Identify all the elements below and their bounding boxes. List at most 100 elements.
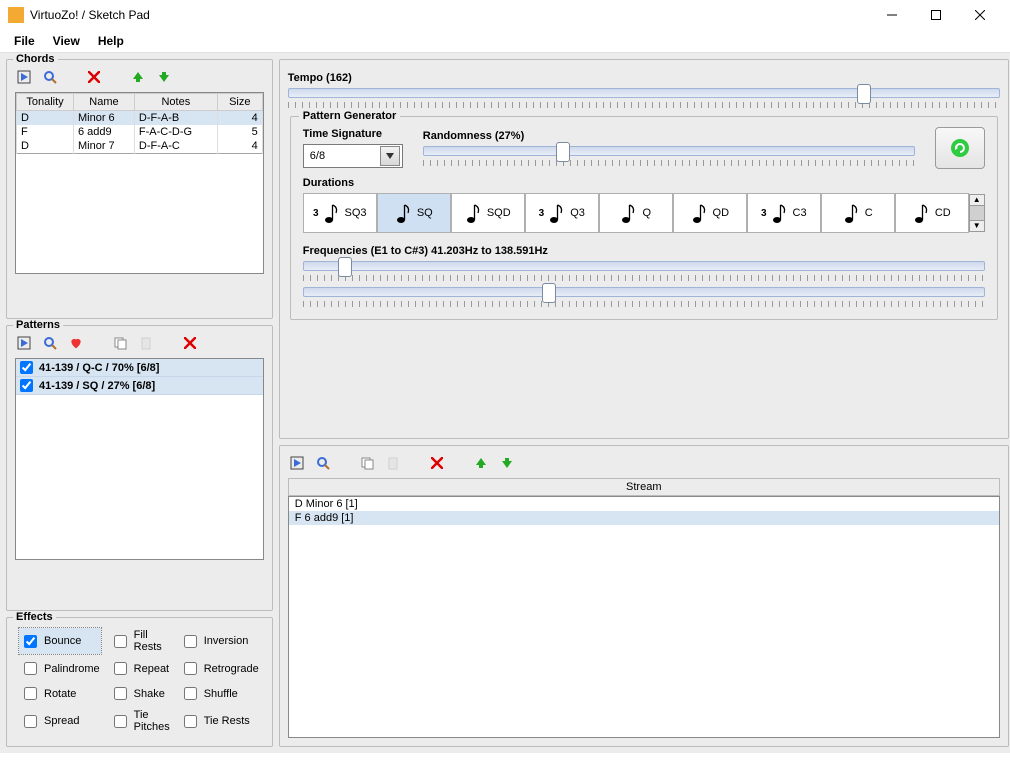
stream-header: Stream [288, 478, 1000, 496]
patterns-list[interactable]: 41-139 / Q-C / 70% [6/8] 41-139 / SQ / 2… [15, 358, 264, 560]
effects-panel: Effects BounceFill RestsInversionPalindr… [6, 617, 273, 747]
move-down-icon[interactable] [155, 68, 173, 86]
effect-palindrome[interactable]: Palindrome [19, 658, 101, 679]
th-name[interactable]: Name [74, 94, 135, 111]
duration-sq[interactable]: SQ [377, 193, 451, 233]
copy-icon[interactable] [358, 454, 376, 472]
th-tonality[interactable]: Tonality [17, 94, 74, 111]
effect-checkbox[interactable] [114, 715, 127, 728]
duration-q3[interactable]: 3Q3 [525, 193, 599, 233]
freq-low-slider[interactable] [303, 261, 985, 271]
time-signature-select[interactable]: 6/8 [303, 144, 403, 168]
menu-file[interactable]: File [6, 32, 43, 50]
maximize-button[interactable] [914, 0, 958, 30]
effect-checkbox[interactable] [24, 662, 37, 675]
effect-checkbox[interactable] [184, 635, 197, 648]
stream-list[interactable]: D Minor 6 [1] F 6 add9 [1] [288, 496, 1000, 738]
patterns-panel: Patterns 41-139 / Q-C / 70% [6/8] 41-1 [6, 325, 273, 611]
effect-rotate[interactable]: Rotate [19, 683, 101, 704]
effect-fill-rests[interactable]: Fill Rests [109, 628, 171, 654]
paste-icon[interactable] [384, 454, 402, 472]
duration-cd[interactable]: CD [895, 193, 969, 233]
effect-shake[interactable]: Shake [109, 683, 171, 704]
pattern-checkbox[interactable] [20, 361, 33, 374]
th-notes[interactable]: Notes [134, 94, 217, 111]
search-icon[interactable] [41, 334, 59, 352]
window-title: VirtuoZo! / Sketch Pad [30, 8, 150, 22]
list-item[interactable]: D Minor 6 [1] [289, 497, 999, 511]
table-row[interactable]: D Minor 7 D-F-A-C 4 [17, 139, 263, 154]
effect-checkbox[interactable] [24, 715, 37, 728]
play-icon[interactable] [15, 334, 33, 352]
chords-table[interactable]: Tonality Name Notes Size D Minor 6 D-F-A… [15, 92, 264, 274]
scroll-down-icon[interactable]: ▼ [969, 220, 985, 232]
pattern-generator-label: Pattern Generator [299, 110, 401, 122]
app-icon [8, 7, 24, 23]
effect-retrograde[interactable]: Retrograde [179, 658, 260, 679]
effect-shuffle[interactable]: Shuffle [179, 683, 260, 704]
table-row[interactable]: D Minor 6 D-F-A-B 4 [17, 111, 263, 126]
th-size[interactable]: Size [217, 94, 262, 111]
delete-icon[interactable] [181, 334, 199, 352]
chords-label: Chords [13, 53, 58, 65]
copy-icon[interactable] [111, 334, 129, 352]
chords-panel: Chords Tonality Name Notes Size [6, 59, 273, 319]
pattern-checkbox[interactable] [20, 379, 33, 392]
list-item[interactable]: 41-139 / Q-C / 70% [6/8] [16, 359, 263, 377]
randomness-slider[interactable] [423, 146, 915, 156]
effect-repeat[interactable]: Repeat [109, 658, 171, 679]
effect-checkbox[interactable] [114, 635, 127, 648]
delete-icon[interactable] [85, 68, 103, 86]
delete-icon[interactable] [428, 454, 446, 472]
menu-bar: File View Help [0, 30, 1010, 53]
title-bar: VirtuoZo! / Sketch Pad [0, 0, 1010, 30]
table-row[interactable]: F 6 add9 F-A-C-D-G 5 [17, 125, 263, 139]
durations-label: Durations [303, 177, 985, 189]
effect-checkbox[interactable] [24, 687, 37, 700]
move-up-icon[interactable] [472, 454, 490, 472]
effect-tie-pitches[interactable]: Tie Pitches [109, 708, 171, 734]
search-icon[interactable] [314, 454, 332, 472]
patterns-label: Patterns [13, 319, 63, 331]
menu-help[interactable]: Help [90, 32, 132, 50]
durations-scroll[interactable]: ▲ ▼ [969, 194, 985, 232]
move-up-icon[interactable] [129, 68, 147, 86]
heart-icon[interactable] [67, 334, 85, 352]
effect-checkbox[interactable] [184, 715, 197, 728]
search-icon[interactable] [41, 68, 59, 86]
duration-qd[interactable]: QD [673, 193, 747, 233]
duration-c3[interactable]: 3C3 [747, 193, 821, 233]
play-icon[interactable] [288, 454, 306, 472]
play-icon[interactable] [15, 68, 33, 86]
effect-spread[interactable]: Spread [19, 708, 101, 734]
generate-button[interactable] [935, 127, 985, 169]
pattern-generator-group: Pattern Generator Time Signature 6/8 Ran… [290, 116, 998, 320]
scroll-up-icon[interactable]: ▲ [969, 194, 985, 206]
list-item[interactable]: 41-139 / SQ / 27% [6/8] [16, 377, 263, 395]
move-down-icon[interactable] [498, 454, 516, 472]
tempo-slider[interactable] [288, 88, 1000, 98]
effect-checkbox[interactable] [114, 662, 127, 675]
effect-tie-rests[interactable]: Tie Rests [179, 708, 260, 734]
effect-checkbox[interactable] [184, 662, 197, 675]
duration-c[interactable]: C [821, 193, 895, 233]
duration-sqd[interactable]: SQD [451, 193, 525, 233]
duration-q[interactable]: Q [599, 193, 673, 233]
list-item[interactable]: F 6 add9 [1] [289, 511, 999, 525]
effect-inversion[interactable]: Inversion [179, 628, 260, 654]
tempo-label: Tempo (162) [288, 72, 1000, 84]
effects-label: Effects [13, 611, 56, 623]
duration-sq3[interactable]: 3SQ3 [303, 193, 377, 233]
chevron-down-icon[interactable] [380, 146, 400, 166]
effect-checkbox[interactable] [114, 687, 127, 700]
stream-panel: Stream D Minor 6 [1] F 6 add9 [1] [279, 445, 1009, 747]
effect-checkbox[interactable] [24, 635, 37, 648]
effect-checkbox[interactable] [184, 687, 197, 700]
menu-view[interactable]: View [45, 32, 88, 50]
durations-row: 3SQ3SQSQD3Q3QQD3C3CCD ▲ ▼ [303, 193, 985, 233]
paste-icon[interactable] [137, 334, 155, 352]
close-button[interactable] [958, 0, 1002, 30]
freq-high-slider[interactable] [303, 287, 985, 297]
effect-bounce[interactable]: Bounce [19, 628, 101, 654]
minimize-button[interactable] [870, 0, 914, 30]
